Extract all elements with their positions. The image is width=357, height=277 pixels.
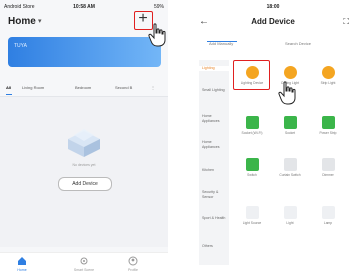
profile-icon <box>128 256 138 266</box>
tab-bedroom[interactable]: Bedroom <box>75 85 91 90</box>
device-label: Power Strip <box>319 131 337 135</box>
device-tile[interactable]: Socket (Wi-Fi) <box>235 116 269 135</box>
active-tab-indicator <box>6 94 12 95</box>
device-tile[interactable]: Socket <box>273 116 307 135</box>
nav-profile[interactable]: Profile <box>113 256 153 272</box>
category-list: Lighting Small Lighting Home Appliances … <box>199 60 229 265</box>
nav-smart-scene[interactable]: Smart Scene <box>64 256 104 272</box>
scene-icon <box>80 257 88 265</box>
device-tile[interactable]: Light Source <box>235 206 269 225</box>
device-label: Socket (Wi-Fi) <box>241 131 263 135</box>
power-strip-icon <box>321 116 335 129</box>
device-label: Switch <box>247 173 257 177</box>
pointing-hand-icon <box>148 23 166 47</box>
device-tile[interactable]: Light <box>273 206 307 225</box>
device-tile[interactable]: Dimmer <box>311 158 345 177</box>
bulb-icon <box>283 66 297 79</box>
home-header: Home ▾ + <box>8 11 160 34</box>
empty-box-icon <box>68 129 100 157</box>
home-screen: Android Store 10:58 AM 59% Home ▾ + TUYA… <box>0 0 168 277</box>
device-label: Light Source <box>242 221 262 225</box>
device-label: Curtain Switch <box>279 173 301 177</box>
device-label: Lamp <box>323 221 333 225</box>
socket-icon <box>283 116 297 129</box>
category-item[interactable]: Home Appliances <box>199 114 229 123</box>
add-device-header: ← Add Device ⛶ <box>189 14 357 32</box>
light-source-icon <box>245 206 259 219</box>
device-tile[interactable]: Lamp <box>311 206 345 225</box>
status-battery: 59% <box>153 4 164 10</box>
device-tile[interactable]: Curtain Switch <box>273 158 307 177</box>
curtain-switch-icon <box>283 158 297 171</box>
home-icon <box>18 257 26 265</box>
category-item[interactable]: Sport & Health <box>199 216 229 221</box>
category-item[interactable]: Kitchen <box>199 168 229 173</box>
highlight-box <box>233 60 270 90</box>
nav-home[interactable]: Home <box>2 256 42 272</box>
category-item[interactable]: Others <box>199 244 229 249</box>
pointing-hand-icon <box>278 81 296 105</box>
dimmer-icon <box>321 158 335 171</box>
device-label: Socket <box>284 131 296 135</box>
empty-device-area: No devices yet Add Device <box>0 97 168 247</box>
nav-home-label: Home <box>17 268 27 272</box>
empty-message: No devices yet <box>72 163 96 167</box>
add-device-screen: 18:00 ← Add Device ⛶ Add Manually Search… <box>189 0 357 277</box>
device-label: Light <box>286 221 294 225</box>
chevron-down-icon[interactable]: ▾ <box>38 17 42 25</box>
status-time: 18:00 <box>266 4 280 10</box>
page-title: Add Device <box>251 17 295 26</box>
scan-icon[interactable]: ⛶ <box>343 17 349 27</box>
nav-scene-label: Smart Scene <box>73 268 95 272</box>
light-icon <box>283 206 297 219</box>
category-item[interactable]: Security & Sensor <box>199 190 229 199</box>
room-tabs: All Living Room Bedroom Second B ⋮ <box>0 83 168 95</box>
device-label: Strip Light <box>320 81 336 85</box>
tab-living-room[interactable]: Living Room <box>22 85 44 90</box>
socket-icon <box>245 116 259 129</box>
category-item[interactable]: Lighting <box>199 66 229 71</box>
device-tile[interactable]: Switch <box>235 158 269 177</box>
tab-all[interactable]: All <box>6 85 11 90</box>
active-tab-indicator <box>207 41 237 42</box>
switch-icon <box>245 158 259 171</box>
add-mode-tabs: Add Manually Search Device <box>197 40 349 50</box>
device-tile[interactable]: Power Strip <box>311 116 345 135</box>
nav-profile-label: Profile <box>128 268 138 272</box>
tab-second-bedroom[interactable]: Second B <box>115 85 132 90</box>
bottom-nav: Home Smart Scene Profile <box>0 252 168 277</box>
category-item[interactable]: Small Lighting <box>199 88 229 93</box>
lamp-icon <box>321 206 335 219</box>
category-item[interactable]: Home Appliances <box>199 140 229 149</box>
status-bar: 18:00 <box>189 0 357 14</box>
device-label: Dimmer <box>322 173 334 177</box>
tab-search-device[interactable]: Search Device <box>285 41 311 46</box>
home-title[interactable]: Home <box>8 16 36 27</box>
banner-title: TUYA <box>14 43 27 49</box>
home-banner[interactable]: TUYA <box>8 37 161 67</box>
device-tile[interactable]: Strip Light <box>311 66 345 85</box>
add-device-button[interactable]: Add Device <box>58 177 112 191</box>
bulb-icon <box>321 66 335 79</box>
tabs-more-icon[interactable]: ⋮ <box>151 85 155 90</box>
